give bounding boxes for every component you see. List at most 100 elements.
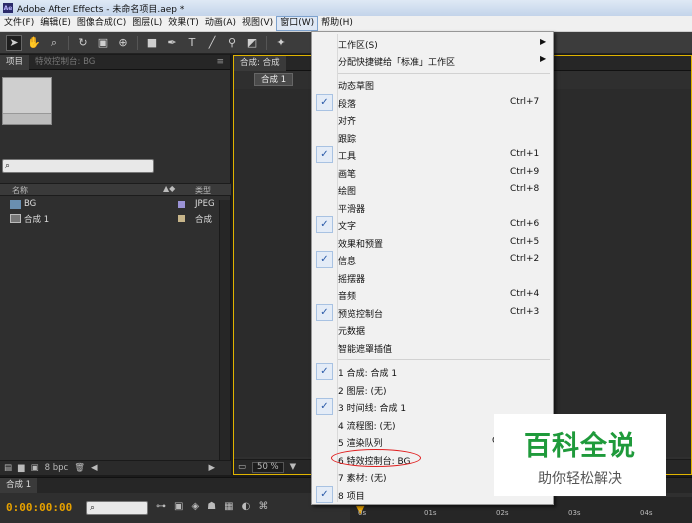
menu-effect[interactable]: 效果(T) xyxy=(165,16,202,31)
menu-item-label: 5 渲染队列 xyxy=(338,439,383,449)
menu-item-motion-sketch[interactable]: 动态草图 xyxy=(314,76,551,93)
menu-item-label: 3 时间线: 合成 1 xyxy=(338,404,407,414)
always-preview-icon[interactable]: ▭ xyxy=(238,462,246,472)
new-composition-icon[interactable]: ▣ xyxy=(31,463,39,473)
menu-animation[interactable]: 动画(A) xyxy=(202,16,239,31)
tab-timeline-comp[interactable]: 合成 1 xyxy=(0,478,38,493)
frame-blending-icon[interactable]: ▦ xyxy=(224,501,233,512)
zoom-tool-icon[interactable]: ⌕ xyxy=(46,35,62,51)
menu-item-preview[interactable]: ✓ 预览控制台 Ctrl+3 xyxy=(314,304,551,321)
checkmark-icon: ✓ xyxy=(316,486,333,503)
column-type[interactable]: 类型 xyxy=(195,185,211,196)
live-update-icon[interactable]: ▣ xyxy=(174,501,183,512)
menu-item-wiggler[interactable]: 摇摆器 xyxy=(314,269,551,286)
menu-item-shortcut: Ctrl+4 xyxy=(510,289,540,299)
draft-3d-icon[interactable]: ◈ xyxy=(191,501,199,512)
rotate-tool-icon[interactable]: ↻ xyxy=(75,35,91,51)
label-column-icon[interactable]: ▲◆ xyxy=(163,184,175,193)
graph-editor-icon[interactable]: ⌘ xyxy=(258,501,268,512)
current-time-display[interactable]: 0:00:00:00 xyxy=(6,501,72,514)
menu-item-label: 画笔 xyxy=(338,170,357,180)
menu-item-effects-presets[interactable]: 效果和预置 Ctrl+5 xyxy=(314,234,551,251)
menu-item-shortcut: Ctrl+2 xyxy=(510,254,540,264)
composition-icon xyxy=(10,214,21,223)
menu-item-label: 平滑器 xyxy=(338,205,366,215)
text-tool-icon[interactable]: T xyxy=(184,35,200,51)
brush-tool-icon[interactable]: ╱ xyxy=(204,35,220,51)
bit-depth-label[interactable]: 8 bpc xyxy=(45,463,69,473)
composition-subtab[interactable]: 合成 1 xyxy=(254,73,294,86)
menu-item-tracker[interactable]: 跟踪 xyxy=(314,129,551,146)
project-scrollbar[interactable] xyxy=(219,200,230,460)
menu-window[interactable]: 窗口(W) xyxy=(276,16,319,31)
puppet-tool-icon[interactable]: ✦ xyxy=(273,35,289,51)
submenu-arrow-icon: ▶ xyxy=(540,54,547,63)
menu-item-label: 7 素材: (无) xyxy=(338,474,387,484)
new-folder-icon[interactable]: ▆ xyxy=(18,463,25,473)
menu-item-workspace[interactable]: 工作区(S) ▶ xyxy=(314,35,551,52)
menu-item-tools[interactable]: ✓ 工具 Ctrl+1 xyxy=(314,146,551,163)
menu-item-info[interactable]: ✓ 信息 Ctrl+2 xyxy=(314,251,551,268)
menu-item-brushes[interactable]: 画笔 Ctrl+9 xyxy=(314,164,551,181)
label-color-swatch[interactable] xyxy=(178,201,185,208)
project-search-input[interactable]: ⌕ xyxy=(2,159,154,173)
menu-item-label: 信息 xyxy=(338,257,357,267)
checkmark-icon: ✓ xyxy=(316,363,333,380)
search-icon: ⌕ xyxy=(90,503,96,513)
menu-item-label: 绘图 xyxy=(338,187,357,197)
menu-item-paint[interactable]: 绘图 Ctrl+8 xyxy=(314,181,551,198)
menu-item-assign-shortcut[interactable]: 分配快捷键给「标准」工作区 ▶ xyxy=(314,52,551,69)
timeline-search-input[interactable]: ⌕ xyxy=(86,501,148,515)
toolbar-divider xyxy=(137,35,138,50)
motion-blur-icon[interactable]: ◐ xyxy=(242,501,251,512)
interpret-footage-icon[interactable]: ▤ xyxy=(4,463,12,473)
menu-layer[interactable]: 图层(L) xyxy=(129,16,165,31)
pan-behind-tool-icon[interactable]: ⊕ xyxy=(115,35,131,51)
window-title: Adobe After Effects - 未命名项目.aep * xyxy=(17,4,185,15)
hide-shy-layers-icon[interactable]: ☗ xyxy=(207,501,216,512)
rectangle-tool-icon[interactable]: ■ xyxy=(144,35,160,51)
menu-item-metadata[interactable]: 元数据 xyxy=(314,321,551,338)
scroll-right-icon[interactable]: ▶ xyxy=(208,463,215,473)
menu-item-label: 智能遮罩插值 xyxy=(338,345,393,355)
panel-menu-icon[interactable]: ≡ xyxy=(216,57,224,67)
menu-item-composition-1[interactable]: ✓ 1 合成: 合成 1 xyxy=(314,363,551,380)
label-color-swatch[interactable] xyxy=(178,215,185,222)
project-item-row[interactable]: BG JPEG xyxy=(0,198,231,211)
ruler-tick: 01s xyxy=(424,509,437,517)
menu-edit[interactable]: 编辑(E) xyxy=(37,16,74,31)
project-panel-tabs: 项目 特效控制台: BG ≡ xyxy=(0,54,230,70)
menu-item-smoother[interactable]: 平滑器 xyxy=(314,199,551,216)
menu-item-align[interactable]: 对齐 xyxy=(314,111,551,128)
eraser-tool-icon[interactable]: ◩ xyxy=(244,35,260,51)
menu-item-label: 跟踪 xyxy=(338,135,357,145)
menu-help[interactable]: 帮助(H) xyxy=(318,16,356,31)
clone-stamp-tool-icon[interactable]: ⚲ xyxy=(224,35,240,51)
composition-mini-flowchart-icon[interactable]: ⊶ xyxy=(156,501,166,512)
menu-item-label: 工作区(S) xyxy=(338,41,378,51)
menu-item-paragraph[interactable]: ✓ 段落 Ctrl+7 xyxy=(314,94,551,111)
menu-item-audio[interactable]: 音频 Ctrl+4 xyxy=(314,286,551,303)
menu-item-smart-mask[interactable]: 智能遮罩插值 xyxy=(314,339,551,356)
scroll-left-icon[interactable]: ◀ xyxy=(91,463,98,473)
menu-view[interactable]: 视图(V) xyxy=(239,16,276,31)
tab-project[interactable]: 项目 xyxy=(0,54,30,70)
zoom-level-select[interactable]: 50 % xyxy=(252,461,284,473)
menu-item-character[interactable]: ✓ 文字 Ctrl+6 xyxy=(314,216,551,233)
project-item-row[interactable]: 合成 1 合成 xyxy=(0,212,231,225)
camera-tool-icon[interactable]: ▣ xyxy=(95,35,111,51)
menu-item-timeline[interactable]: ✓ 3 时间线: 合成 1 xyxy=(314,398,551,415)
pen-tool-icon[interactable]: ✒ xyxy=(164,35,180,51)
trash-icon[interactable]: 🗑 xyxy=(74,463,85,473)
menu-item-label: 1 合成: 合成 1 xyxy=(338,369,398,379)
menu-item-shortcut: Ctrl+1 xyxy=(510,149,540,159)
selection-tool-icon[interactable]: ➤ xyxy=(6,34,22,51)
tab-effect-controls[interactable]: 特效控制台: BG xyxy=(29,55,101,70)
hand-tool-icon[interactable]: ✋ xyxy=(26,35,42,51)
menu-composition[interactable]: 图像合成(C) xyxy=(74,16,129,31)
column-name[interactable]: 名称 xyxy=(12,185,28,196)
tab-composition[interactable]: 合成: 合成 xyxy=(234,55,286,71)
zoom-dropdown-icon[interactable]: ▼ xyxy=(290,462,297,472)
menu-item-layer-none[interactable]: 2 图层: (无) xyxy=(314,381,551,398)
menu-file[interactable]: 文件(F) xyxy=(1,16,37,31)
